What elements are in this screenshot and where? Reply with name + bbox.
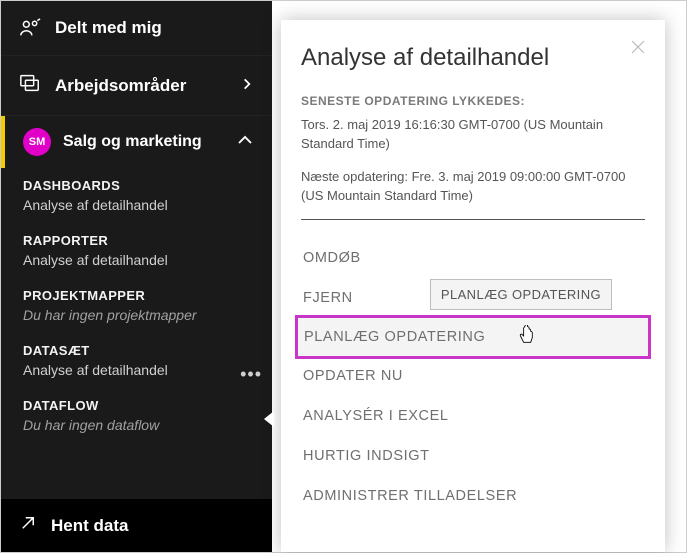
- chevron-right-icon: [240, 76, 254, 96]
- last-refresh-time: Tors. 2. maj 2019 16:16:30 GMT-0700 (US …: [301, 116, 645, 154]
- divider: [301, 219, 645, 220]
- next-refresh-time: Næste opdatering: Fre. 3. maj 2019 09:00…: [301, 168, 645, 206]
- sidebar-shared-with-me[interactable]: Delt med mig: [1, 1, 272, 56]
- section-head: DATAFLOW: [1, 388, 272, 416]
- sidebar: Delt med mig Arbejdsområder SM Salg og m…: [1, 1, 272, 552]
- section-workbooks: PROJEKTMAPPER Du har ingen projektmapper: [1, 278, 272, 333]
- section-head: RAPPORTER: [1, 223, 272, 251]
- more-options-icon[interactable]: •••: [240, 364, 266, 385]
- section-head: DATASÆT: [1, 333, 272, 361]
- section-item[interactable]: Analyse af detailhandel: [1, 361, 190, 388]
- menu-manage-permissions[interactable]: ADMINISTRER TILLADELSER: [301, 476, 645, 516]
- people-share-icon: [19, 17, 41, 39]
- menu-rename[interactable]: OMDØB: [301, 238, 645, 278]
- chevron-up-icon: [236, 131, 254, 154]
- section-item-empty: Du har ingen dataflow: [1, 416, 272, 443]
- hand-cursor-icon: [516, 325, 536, 351]
- section-dataflows: DATAFLOW Du har ingen dataflow: [1, 388, 272, 443]
- menu-quick-insights[interactable]: HURTIG INDSIGT: [301, 436, 645, 476]
- section-item[interactable]: Analyse af detailhandel: [1, 251, 272, 278]
- section-head: DASHBOARDS: [1, 168, 272, 196]
- section-datasets: DATASÆT Analyse af detailhandel •••: [1, 333, 272, 388]
- active-workspace-row[interactable]: SM Salg og marketing: [1, 116, 272, 168]
- context-panel: Analyse af detailhandel SENESTE OPDATERI…: [281, 20, 665, 552]
- shared-label: Delt med mig: [55, 18, 162, 38]
- menu-schedule-label: PLANLÆG OPDATERING: [304, 329, 485, 345]
- get-data-button[interactable]: Hent data: [1, 499, 272, 552]
- section-item-empty: Du har ingen projektmapper: [1, 306, 272, 333]
- close-icon[interactable]: [629, 38, 647, 62]
- workspace-name: Salg og marketing: [63, 133, 202, 151]
- tooltip: PLANLÆG OPDATERING: [430, 279, 612, 310]
- section-head: PROJEKTMAPPER: [1, 278, 272, 306]
- section-reports: RAPPORTER Analyse af detailhandel: [1, 223, 272, 278]
- menu-refresh-now[interactable]: OPDATER NU: [301, 356, 645, 396]
- menu-analyze-excel[interactable]: ANALYSÉR I EXCEL: [301, 396, 645, 436]
- arrow-up-right-icon: [19, 514, 37, 537]
- workspace-avatar: SM: [23, 128, 51, 156]
- sidebar-workspaces[interactable]: Arbejdsområder: [1, 56, 272, 116]
- section-item[interactable]: Analyse af detailhandel: [1, 196, 272, 223]
- workspaces-icon: [19, 72, 41, 99]
- section-dashboards: DASHBOARDS Analyse af detailhandel: [1, 168, 272, 223]
- workspaces-label: Arbejdsområder: [55, 76, 186, 96]
- panel-title: Analyse af detailhandel: [301, 44, 645, 72]
- last-refresh-head: SENESTE OPDATERING LYKKEDES:: [301, 94, 645, 108]
- get-data-label: Hent data: [51, 516, 128, 536]
- menu-schedule-refresh[interactable]: PLANLÆG OPDATERING PLANLÆG OPDATERING: [295, 315, 651, 359]
- flyout-pointer: [264, 411, 274, 427]
